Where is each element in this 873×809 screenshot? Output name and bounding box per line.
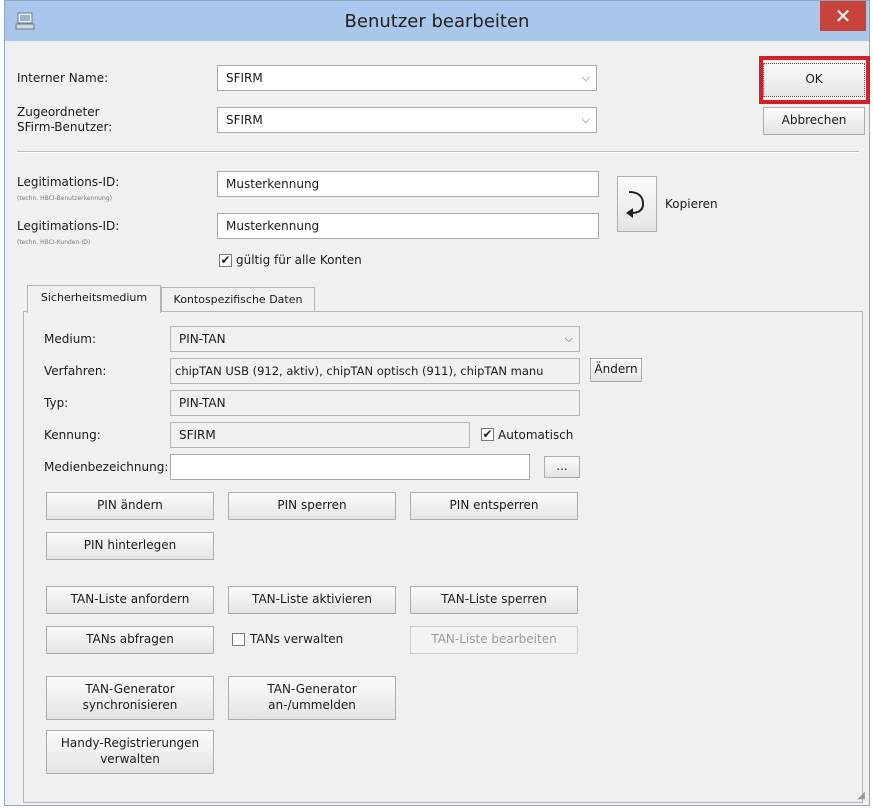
pin-unlock-button[interactable]: PIN entsperren xyxy=(410,492,578,520)
medium-value: PIN-TAN xyxy=(179,332,226,346)
ok-highlight-frame xyxy=(759,56,870,104)
tan-list-activate-button[interactable]: TAN-Liste aktivieren xyxy=(228,586,396,614)
tan-gen-register-line2: an-/ummelden xyxy=(268,698,356,712)
close-icon: ✕ xyxy=(834,4,852,28)
procedure-value: chipTAN USB (912, aktiv), chipTAN optisc… xyxy=(170,358,580,384)
legitimation-id2-input[interactable]: Musterkennung xyxy=(217,213,599,239)
copy-button[interactable] xyxy=(617,176,657,232)
pin-change-button[interactable]: PIN ändern xyxy=(46,492,214,520)
assigned-user-value: SFIRM xyxy=(226,113,263,127)
legitimation-id2-label: Legitimations-ID: xyxy=(17,219,120,233)
medium-label: Medium: xyxy=(44,332,97,346)
legitimation-id2-sublabel: (techn. HBCI-Kunden-ID) xyxy=(17,239,91,246)
pin-lock-button[interactable]: PIN sperren xyxy=(228,492,396,520)
window-title: Benutzer bearbeiten xyxy=(344,11,530,32)
tan-list-request-button[interactable]: TAN-Liste anfordern xyxy=(46,586,214,614)
dialog-window: Benutzer bearbeiten ✕ Interner Name: SFI… xyxy=(4,0,870,806)
mobile-reg-line2: verwalten xyxy=(100,752,160,766)
medium-combo[interactable]: PIN-TAN ⌵ xyxy=(170,326,580,352)
tab-security-medium[interactable]: Sicherheitsmedium xyxy=(27,285,161,313)
checkmark-icon: ✔ xyxy=(220,253,231,267)
assigned-user-label-line1: Zugeordneter xyxy=(17,105,100,119)
tan-gen-sync-button[interactable]: TAN-Generator synchronisieren xyxy=(46,676,214,720)
copy-arrow-icon xyxy=(626,191,645,218)
chevron-down-icon: ⌵ xyxy=(581,113,590,126)
mobile-reg-line1: Handy-Registrierungen xyxy=(60,736,200,751)
change-procedure-button[interactable]: Ändern xyxy=(590,358,642,382)
legitimation-id1-label: Legitimations-ID: xyxy=(17,175,120,189)
close-button[interactable]: ✕ xyxy=(820,1,866,31)
browse-button[interactable]: ... xyxy=(544,456,580,478)
tan-gen-register-line1: TAN-Generator xyxy=(267,682,357,697)
tans-manage-checkbox[interactable] xyxy=(232,633,245,646)
checkmark-icon: ✔ xyxy=(482,427,493,441)
tan-list-lock-button[interactable]: TAN-Liste sperren xyxy=(410,586,578,614)
automatic-label: Automatisch xyxy=(498,428,574,442)
tan-gen-register-button[interactable]: TAN-Generator an-/ummelden xyxy=(228,676,396,720)
legitimation-id1-input[interactable]: Musterkennung xyxy=(217,171,599,197)
assigned-user-combo[interactable]: SFIRM ⌵ xyxy=(217,107,597,133)
copy-label: Kopieren xyxy=(665,197,718,211)
tans-query-button[interactable]: TANs abfragen xyxy=(46,626,214,654)
tan-gen-sync-line2: synchronisieren xyxy=(82,698,178,712)
cancel-button[interactable]: Abbrechen xyxy=(763,107,865,135)
id-label: Kennung: xyxy=(44,428,101,442)
tans-manage-label: TANs verwalten xyxy=(250,632,344,646)
tan-gen-sync-line1: TAN-Generator xyxy=(85,682,175,697)
separator xyxy=(17,151,859,153)
automatic-checkbox[interactable]: ✔ xyxy=(481,428,494,441)
tab-account-specific[interactable]: Kontospezifische Daten xyxy=(161,287,315,313)
procedure-label: Verfahren: xyxy=(44,364,107,378)
mobile-registrations-button[interactable]: Handy-Registrierungen verwalten xyxy=(46,730,214,774)
media-name-label: Medienbezeichnung: xyxy=(44,460,169,474)
assigned-user-label-line2: SFirm-Benutzer: xyxy=(17,120,113,134)
legitimation-id1-sublabel: (techn. HBCI-Benutzerkennung) xyxy=(17,195,112,202)
pin-store-button[interactable]: PIN hinterlegen xyxy=(46,532,214,560)
chevron-down-icon: ⌵ xyxy=(564,332,573,345)
assigned-user-label: Zugeordneter SFirm-Benutzer: xyxy=(17,105,112,135)
security-tab-panel: Medium: PIN-TAN ⌵ Verfahren: chipTAN USB… xyxy=(23,311,863,803)
tan-list-edit-button[interactable]: TAN-Liste bearbeiten xyxy=(410,626,578,654)
internal-name-label: Interner Name: xyxy=(17,71,109,85)
internal-name-value: SFIRM xyxy=(226,71,263,85)
media-name-input[interactable] xyxy=(170,454,530,480)
all-accounts-label: gültig für alle Konten xyxy=(236,253,362,267)
id-value: SFIRM xyxy=(170,422,470,448)
chevron-down-icon: ⌵ xyxy=(581,71,590,84)
all-accounts-checkbox[interactable]: ✔ xyxy=(219,254,232,267)
resize-grip-icon[interactable]: ◢ xyxy=(857,790,865,801)
title-bar: Benutzer bearbeiten ✕ xyxy=(5,1,869,41)
type-label: Typ: xyxy=(44,396,69,410)
type-value: PIN-TAN xyxy=(170,390,580,416)
internal-name-combo[interactable]: SFIRM ⌵ xyxy=(217,65,597,91)
